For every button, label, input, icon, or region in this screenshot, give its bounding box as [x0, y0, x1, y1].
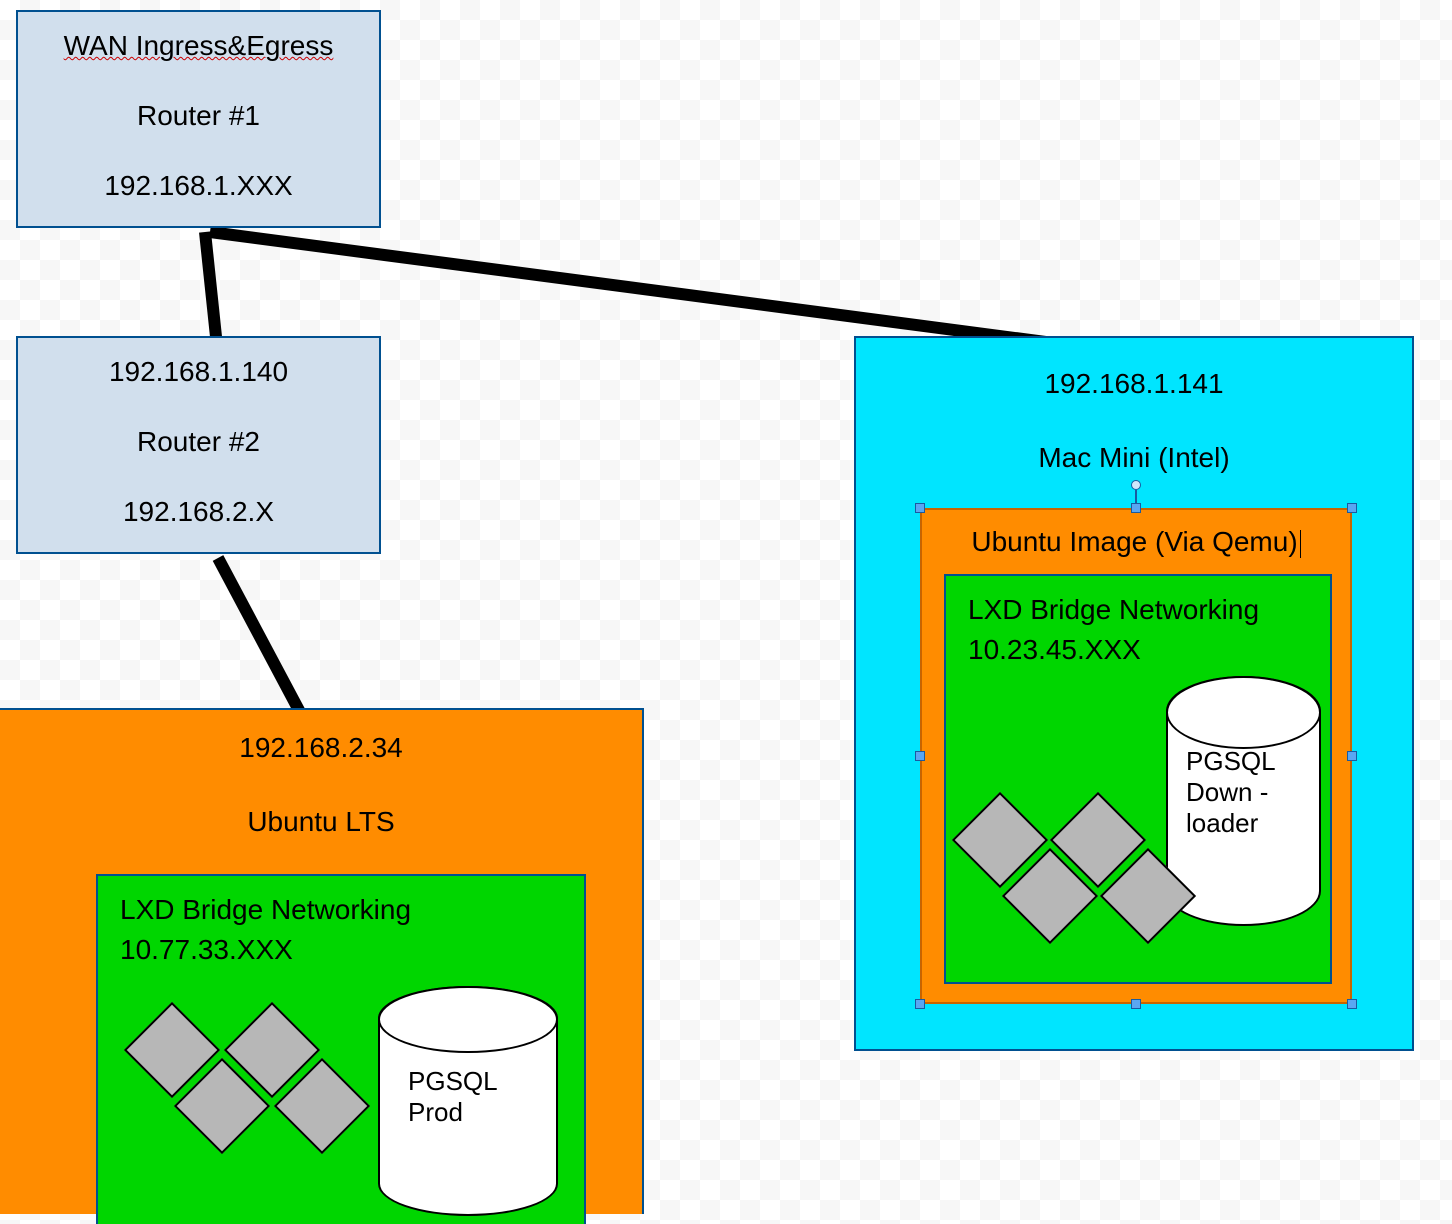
database-label: PGSQL Prod: [408, 1066, 538, 1128]
router2-box: 192.168.1.140 Router #2 192.168.2.X: [16, 336, 381, 554]
router2-subnet: 192.168.2.X: [18, 496, 379, 528]
selection-handle-icon[interactable]: [1131, 503, 1141, 513]
database-label: PGSQL Down - loader: [1186, 746, 1296, 840]
selection-handle-icon[interactable]: [915, 751, 925, 761]
macmini-name: Mac Mini (Intel): [856, 442, 1412, 474]
ubuntu-lxd-subnet: 10.77.33.XXX: [120, 934, 562, 966]
router1-box: WAN Ingress&Egress Router #1 192.168.1.X…: [16, 10, 381, 228]
router1-title: WAN Ingress&Egress: [18, 30, 379, 62]
ubuntu-lxd-box: LXD Bridge Networking 10.77.33.XXX PGSQL…: [96, 874, 586, 1224]
selection-handle-icon[interactable]: [915, 999, 925, 1009]
selection-handle-icon[interactable]: [1347, 503, 1357, 513]
macmini-lxd-box: LXD Bridge Networking 10.23.45.XXX PGSQL…: [944, 574, 1332, 984]
router1-name: Router #1: [18, 100, 379, 132]
ubuntu-os: Ubuntu LTS: [0, 806, 642, 838]
qemu-label: Ubuntu Image (Via Qemu): [922, 526, 1350, 558]
connector-router1-router2: [199, 231, 223, 347]
router1-subnet: 192.168.1.XXX: [18, 170, 379, 202]
router2-ip: 192.168.1.140: [18, 356, 379, 388]
macmini-lxd-title: LXD Bridge Networking: [968, 594, 1308, 626]
qemu-box[interactable]: Ubuntu Image (Via Qemu) LXD Bridge Netwo…: [920, 508, 1352, 1004]
ubuntu-ip: 192.168.2.34: [0, 732, 642, 764]
selection-handle-icon[interactable]: [915, 503, 925, 513]
selection-handle-icon[interactable]: [1131, 480, 1141, 490]
selection-handle-icon[interactable]: [1347, 751, 1357, 761]
ubuntu-box: 192.168.2.34 Ubuntu LTS LXD Bridge Netwo…: [0, 708, 644, 1214]
selection-handle-icon[interactable]: [1347, 999, 1357, 1009]
macmini-ip: 192.168.1.141: [856, 368, 1412, 400]
macmini-box: 192.168.1.141 Mac Mini (Intel) Ubuntu Im…: [854, 336, 1414, 1051]
ubuntu-lxd-title: LXD Bridge Networking: [120, 894, 562, 926]
router2-name: Router #2: [18, 426, 379, 458]
selection-handle-icon[interactable]: [1131, 999, 1141, 1009]
macmini-lxd-subnet: 10.23.45.XXX: [968, 634, 1308, 666]
